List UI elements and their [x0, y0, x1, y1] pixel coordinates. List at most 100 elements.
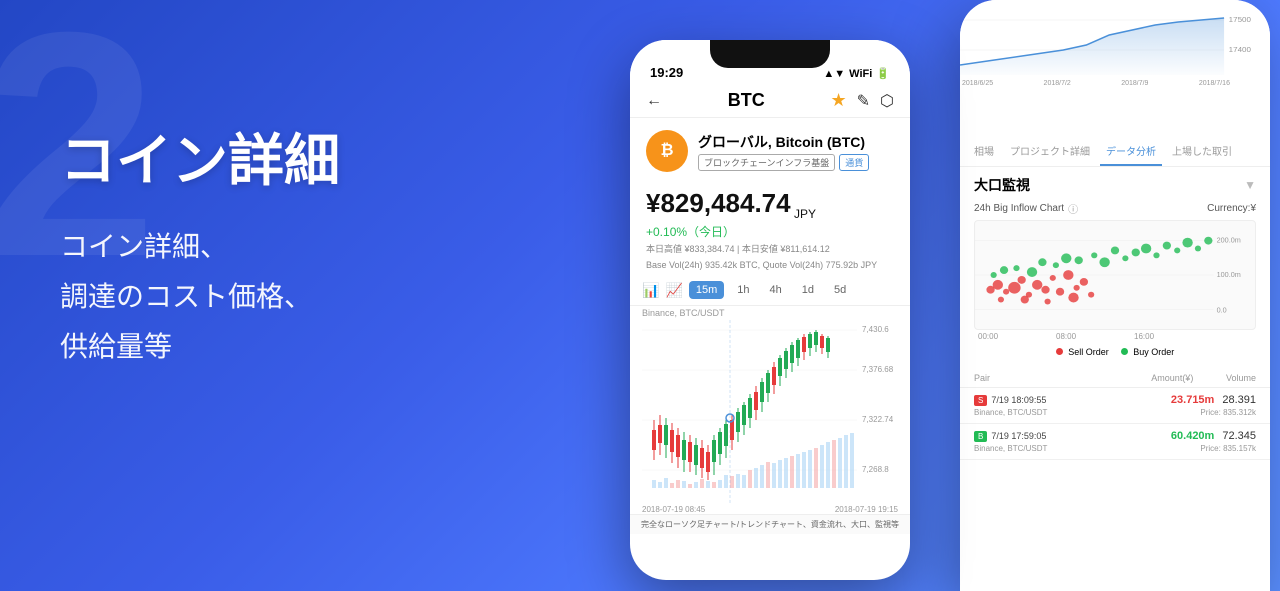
th-volume: Volume — [1193, 373, 1256, 383]
price-currency: ¥ — [646, 188, 660, 218]
back-button[interactable]: ← — [646, 92, 662, 110]
tab-5d[interactable]: 5d — [827, 281, 853, 299]
coin-header: ₿ グローバル, Bitcoin (BTC) ブロックチェーンインフラ基盤 通貨 — [630, 118, 910, 184]
top-chart-svg: 17500 17400 — [960, 0, 1270, 80]
whale-subtitle: 24h Big Inflow Chart ⓘ Currency:¥ — [974, 201, 1256, 216]
amount-2: 60.420m — [1171, 430, 1214, 442]
chart-tabs: 📊 📈 15m 1h 4h 1d 5d — [630, 275, 910, 306]
price-amount: 829,484.74 — [660, 188, 790, 218]
sub-line-3: 供給量等 — [60, 322, 340, 372]
row-bottom-1: Binance, BTC/USDT Price: 835.312k — [974, 408, 1256, 417]
battery-icon: 🔋 — [876, 67, 890, 80]
currency-label: Currency:¥ — [1207, 203, 1256, 214]
price-1: Price: 835.312k — [1135, 408, 1256, 417]
tag-currency: 通貨 — [839, 154, 869, 171]
price-change: +0.10%（今日） — [646, 223, 894, 240]
buy-dot — [1121, 348, 1128, 355]
chart-line-icon[interactable]: 📈 — [665, 282, 682, 299]
scatter-svg: 200.0m 100.0m 0.0 — [975, 221, 1255, 329]
table-row: S 7/19 18:09:55 23.715m 28.391 Binance, … — [960, 388, 1270, 424]
chart-bar-icon[interactable]: 📊 — [642, 282, 659, 299]
sub-line-1: コイン詳細、 — [60, 222, 340, 272]
tab-data-analysis[interactable]: データ分析 — [1100, 137, 1162, 166]
favorite-button[interactable]: ★ — [830, 90, 846, 111]
edit-button[interactable]: ✎ — [857, 91, 870, 111]
whale-title: 大口監視 ▼ — [974, 175, 1256, 195]
svg-text:200.0m: 200.0m — [1217, 238, 1241, 245]
status-icons: ▲▼ WiFi 🔋 — [823, 67, 890, 80]
date-1: 2018/6/25 — [962, 80, 993, 87]
table-row: B 7/19 17:59:05 60.420m 72.345 Binance, … — [960, 424, 1270, 460]
amount-1: 23.715m — [1171, 394, 1214, 406]
row-top-2: B 7/19 17:59:05 60.420m 72.345 — [974, 430, 1256, 442]
datetime-1: 7/19 18:09:55 — [991, 395, 1171, 405]
price-unit: JPY — [791, 207, 816, 221]
svg-text:17500: 17500 — [1229, 15, 1251, 23]
info-icon: ⓘ — [1068, 201, 1078, 216]
tab-souba[interactable]: 相場 — [968, 137, 1000, 166]
row-top-1: S 7/19 18:09:55 23.715m 28.391 — [974, 394, 1256, 406]
date-4: 2018/7/16 — [1199, 80, 1230, 87]
phone-notch — [710, 40, 830, 68]
wifi-icon: WiFi — [849, 68, 872, 80]
scatter-x-axis: 00:00 08:00 16:00 — [974, 330, 1256, 343]
top-chart-area: 17500 17400 — [960, 0, 1270, 80]
pair-2: Binance, BTC/USDT — [974, 444, 1135, 453]
svg-text:0.0: 0.0 — [1217, 307, 1227, 314]
badge-sell-1: S — [974, 395, 987, 406]
row-bottom-2: Binance, BTC/USDT Price: 835.157k — [974, 444, 1256, 453]
phone-right-tabs: 相場 プロジェクト詳細 データ分析 上場した取引 — [960, 87, 1270, 167]
signal-icon: ▲▼ — [823, 68, 845, 80]
phone-nav: ← BTC ★ ✎ ⬡ — [630, 84, 910, 118]
price-volume: Base Vol(24h) 935.42k BTC, Quote Vol(24h… — [646, 259, 894, 272]
share-button[interactable]: ⬡ — [880, 91, 894, 111]
chart-area: 7,430.6 7,376.68 7,322.74 7,268.8 — [630, 320, 910, 505]
badge-buy-2: B — [974, 431, 987, 442]
nav-title: BTC — [728, 90, 765, 111]
phone-right: 17500 17400 2018/6/25 2018/7/2 2018/7/9 … — [960, 0, 1270, 591]
phones-container: 19:29 ▲▼ WiFi 🔋 ← BTC ★ ✎ ⬡ ₿ グローバル, Bit… — [530, 0, 1280, 591]
date-2: 2018/7/2 — [1044, 80, 1071, 87]
status-time: 19:29 — [650, 65, 683, 80]
top-chart-dates: 2018/6/25 2018/7/2 2018/7/9 2018/7/16 — [960, 80, 1270, 87]
price-section: ¥829,484.74 JPY +0.10%（今日） 本日高値 ¥833,384… — [630, 184, 910, 275]
sell-dot — [1056, 348, 1063, 355]
tab-15m[interactable]: 15m — [689, 281, 724, 299]
table-header: Pair Amount(¥) Volume — [960, 369, 1270, 388]
chevron-down-icon[interactable]: ▼ — [1244, 178, 1256, 192]
chart-bottom-text: 完全なローソク足チャート/トレンドチャート、資金流れ、大口、監視等 — [630, 514, 910, 534]
scatter-chart: 200.0m 100.0m 0.0 — [974, 220, 1256, 330]
th-pair: Pair — [974, 373, 1099, 383]
buy-legend: Buy Order — [1121, 347, 1175, 357]
coin-name: グローバル, Bitcoin (BTC) — [698, 132, 894, 152]
date-end: 2018-07-19 19:15 — [835, 505, 898, 514]
chart-source: Binance, BTC/USDT — [630, 306, 910, 320]
coin-info: グローバル, Bitcoin (BTC) ブロックチェーンインフラ基盤 通貨 — [698, 132, 894, 171]
coin-icon: ₿ — [646, 130, 688, 172]
scatter-legend: Sell Order Buy Order — [974, 343, 1256, 361]
tag-blockchain: ブロックチェーンインフラ基盤 — [698, 154, 835, 171]
sub-line-2: 調達のコスト価格、 — [60, 272, 340, 322]
price-2: Price: 835.157k — [1135, 444, 1256, 453]
svg-text:100.0m: 100.0m — [1217, 272, 1241, 279]
tab-project[interactable]: プロジェクト詳細 — [1004, 137, 1096, 166]
date-3: 2018/7/9 — [1121, 80, 1148, 87]
main-title: コイン詳細 — [60, 130, 340, 192]
tab-1d[interactable]: 1d — [795, 281, 821, 299]
date-start: 2018-07-19 08:45 — [642, 505, 705, 514]
datetime-2: 7/19 17:59:05 — [991, 431, 1171, 441]
nav-icons: ★ ✎ ⬡ — [830, 90, 894, 111]
price-high-low: 本日高値 ¥833,384.74 | 本日安値 ¥811,614.12 — [646, 243, 894, 256]
sub-text: コイン詳細、 調達のコスト価格、 供給量等 — [60, 222, 340, 373]
phone-left: 19:29 ▲▼ WiFi 🔋 ← BTC ★ ✎ ⬡ ₿ グローバル, Bit… — [630, 40, 910, 580]
pair-1: Binance, BTC/USDT — [974, 408, 1135, 417]
sell-legend: Sell Order — [1056, 347, 1109, 357]
tab-exchanges[interactable]: 上場した取引 — [1166, 137, 1238, 166]
left-section: コイン詳細 コイン詳細、 調達のコスト価格、 供給量等 — [60, 130, 340, 373]
svg-text:7,322.74: 7,322.74 — [862, 415, 894, 424]
svg-text:17400: 17400 — [1229, 45, 1251, 53]
tab-1h[interactable]: 1h — [730, 281, 756, 299]
coin-price: ¥829,484.74 JPY — [646, 188, 894, 221]
tab-4h[interactable]: 4h — [763, 281, 789, 299]
svg-text:7,430.6: 7,430.6 — [862, 325, 889, 334]
